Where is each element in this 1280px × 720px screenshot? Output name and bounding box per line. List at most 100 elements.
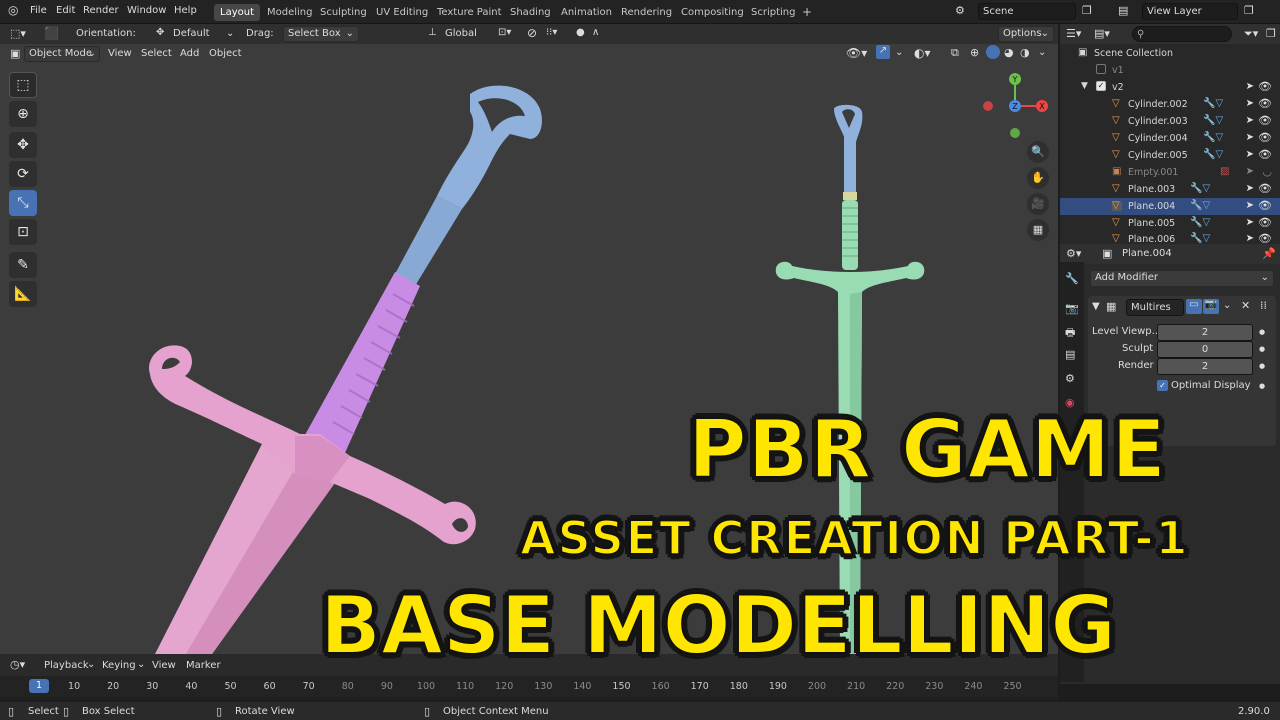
snap-target-icon[interactable]: ⁝⁝▾ bbox=[546, 27, 557, 38]
exclude-checkbox[interactable] bbox=[1096, 64, 1106, 74]
modifier-name-field[interactable]: Multires bbox=[1126, 299, 1184, 316]
menu-render[interactable]: Render bbox=[83, 5, 119, 16]
zoom-icon[interactable]: 🔍 bbox=[1027, 141, 1049, 163]
optimal-display-checkbox[interactable]: ✓ bbox=[1157, 380, 1168, 391]
eye-icon[interactable]: 👁 bbox=[1258, 131, 1272, 144]
level-viewport-field[interactable]: 2 bbox=[1157, 324, 1253, 341]
menu-file[interactable]: File bbox=[30, 5, 47, 16]
animate-dot-icon[interactable]: ● bbox=[1259, 328, 1265, 336]
playback-menu[interactable]: Playback bbox=[44, 660, 89, 671]
editor-type-icon[interactable]: ⬚▾ bbox=[10, 27, 26, 40]
eye-closed-icon[interactable]: ◡ bbox=[1262, 165, 1272, 178]
expand-arrow-icon[interactable]: ▼ bbox=[1081, 81, 1088, 91]
chevron-down-icon[interactable]: ⌄ bbox=[895, 47, 903, 58]
chevron-down-icon[interactable]: ⌄ bbox=[1223, 300, 1231, 311]
eye-icon[interactable]: 👁 bbox=[1258, 216, 1272, 229]
outliner-row-object[interactable]: ▽ Plane.006 🔧▽ ➤ 👁 bbox=[1060, 231, 1280, 244]
modifier-wrench-icon[interactable]: 🔧▽ bbox=[1203, 132, 1223, 143]
tab-shading[interactable]: Shading bbox=[504, 4, 557, 21]
select-arrow-icon[interactable]: ➤ bbox=[1246, 81, 1254, 92]
tab-texture-paint[interactable]: Texture Paint bbox=[431, 4, 508, 21]
select-arrow-icon[interactable]: ➤ bbox=[1246, 233, 1254, 244]
eye-icon[interactable]: 👁 bbox=[1258, 148, 1272, 161]
select-arrow-icon[interactable]: ➤ bbox=[1246, 183, 1254, 194]
menu-object[interactable]: Object bbox=[209, 48, 242, 59]
select-box-tool-icon[interactable]: ⬚ bbox=[9, 72, 37, 98]
view-layer-field[interactable]: View Layer bbox=[1142, 3, 1238, 20]
mode-dropdown[interactable]: Object Mode ⌄ bbox=[24, 46, 100, 62]
select-arrow-icon[interactable]: ➤ bbox=[1246, 132, 1254, 143]
outliner-row-v2[interactable]: ▼ ✓ v2 ➤ 👁 bbox=[1060, 79, 1280, 96]
modifier-wrench-icon[interactable]: 🔧▽ bbox=[1203, 98, 1223, 109]
xray-icon[interactable]: ⧉ bbox=[951, 46, 959, 60]
solid-shading-icon[interactable] bbox=[986, 45, 1000, 59]
cursor-tool-icon[interactable]: ⊕ bbox=[9, 101, 37, 127]
options-dropdown[interactable]: Options ⌄ bbox=[998, 26, 1054, 42]
select-arrow-icon[interactable]: ➤ bbox=[1246, 115, 1254, 126]
outliner-row-object[interactable]: ▣ Empty.001 ▨ ➤ ◡ bbox=[1060, 164, 1280, 181]
rendered-shading-icon[interactable]: ◑ bbox=[1020, 46, 1030, 59]
include-checkbox[interactable]: ✓ bbox=[1096, 81, 1106, 91]
drag-dropdown[interactable]: Select Box ⌄ bbox=[283, 26, 359, 42]
menu-view[interactable]: View bbox=[108, 48, 132, 59]
tab-scripting[interactable]: Scripting bbox=[745, 4, 801, 21]
proportional-edit-icon[interactable]: ● bbox=[576, 27, 585, 38]
measure-tool-icon[interactable]: 📐 bbox=[9, 281, 37, 307]
animate-dot-icon[interactable]: ● bbox=[1259, 345, 1265, 353]
modifier-wrench-icon[interactable]: 🔧▽ bbox=[1203, 115, 1223, 126]
outliner-row-object[interactable]: ▽ Cylinder.003 🔧▽ ➤ 👁 bbox=[1060, 113, 1280, 130]
snap-icon[interactable]: ⊘ bbox=[527, 26, 537, 40]
animate-dot-icon[interactable]: ● bbox=[1259, 362, 1265, 370]
visibility-icon[interactable]: 👁▾ bbox=[846, 46, 867, 60]
modifier-wrench-icon[interactable]: 🔧▽ bbox=[1190, 200, 1210, 211]
tool-tab-icon[interactable]: 🔧 bbox=[1065, 272, 1079, 285]
modifier-wrench-icon[interactable]: 🔧▽ bbox=[1190, 233, 1210, 244]
add-workspace-button[interactable]: + bbox=[796, 4, 818, 21]
scale-tool-icon[interactable]: ⤡ bbox=[9, 190, 37, 216]
marker-menu[interactable]: Marker bbox=[186, 660, 221, 671]
wireframe-shading-icon[interactable]: ⊕ bbox=[970, 46, 979, 59]
scene-tab-icon[interactable]: ⚙ bbox=[1065, 372, 1075, 385]
menu-window[interactable]: Window bbox=[127, 5, 166, 16]
outliner-row-object[interactable]: ▽ Plane.003 🔧▽ ➤ 👁 bbox=[1060, 181, 1280, 198]
eye-icon[interactable]: 👁 bbox=[1258, 114, 1272, 127]
collapse-arrow-icon[interactable]: ▼ bbox=[1092, 301, 1100, 312]
pin-icon[interactable]: 📌 bbox=[1262, 247, 1276, 260]
select-arrow-icon[interactable]: ➤ bbox=[1246, 98, 1254, 109]
render-tab-icon[interactable]: 📷 bbox=[1065, 302, 1079, 315]
select-arrow-icon[interactable]: ➤ bbox=[1246, 200, 1254, 211]
menu-edit[interactable]: Edit bbox=[56, 5, 75, 16]
material-shading-icon[interactable]: ◕ bbox=[1004, 46, 1014, 59]
camera-icon[interactable]: 🎥 bbox=[1027, 193, 1049, 215]
outliner-row-object[interactable]: ▽ Cylinder.004 🔧▽ ➤ 👁 bbox=[1060, 130, 1280, 147]
rotate-tool-icon[interactable]: ⟳ bbox=[9, 161, 37, 187]
animate-dot-icon[interactable]: ● bbox=[1259, 382, 1265, 390]
pan-hand-icon[interactable]: ✋ bbox=[1027, 167, 1049, 189]
show-in-render-icon[interactable]: 📷 bbox=[1203, 299, 1219, 314]
clock-icon[interactable]: ◷▾ bbox=[10, 658, 25, 671]
show-in-viewport-icon[interactable]: ▭ bbox=[1186, 299, 1202, 314]
chevron-down-icon[interactable]: ⌄ bbox=[1038, 47, 1046, 58]
current-frame-indicator[interactable]: 1 bbox=[29, 679, 49, 693]
navigation-gizmo[interactable]: Y Z X bbox=[975, 69, 1055, 149]
eye-icon[interactable]: 👁 bbox=[1258, 199, 1272, 212]
menu-select[interactable]: Select bbox=[141, 48, 172, 59]
tab-layout[interactable]: Layout bbox=[214, 4, 260, 21]
outliner-row-object-active[interactable]: ▽ Plane.004 🔧▽ ➤ 👁 bbox=[1060, 198, 1280, 215]
outliner-row-object[interactable]: ▽ Plane.005 🔧▽ ➤ 👁 bbox=[1060, 215, 1280, 232]
view-layer-tab-icon[interactable]: ▤ bbox=[1065, 348, 1075, 361]
timeline-view-menu[interactable]: View bbox=[152, 660, 176, 671]
transform-tool-icon[interactable]: ⊡ bbox=[9, 219, 37, 245]
new-scene-icon[interactable]: ❐ bbox=[1082, 4, 1092, 17]
select-arrow-icon[interactable]: ➤ bbox=[1246, 217, 1254, 228]
drag-handle-icon[interactable]: ⁞⁞ bbox=[1260, 299, 1267, 312]
active-tool-icon[interactable]: ⬛ bbox=[44, 26, 59, 40]
sculpt-level-field[interactable]: 0 bbox=[1157, 341, 1253, 358]
outliner-row-object[interactable]: ▽ Cylinder.002 🔧▽ ➤ 👁 bbox=[1060, 96, 1280, 113]
new-collection-icon[interactable]: ❐ bbox=[1266, 27, 1276, 40]
blender-logo-icon[interactable]: ◎ bbox=[8, 3, 18, 17]
tab-animation[interactable]: Animation bbox=[555, 4, 618, 21]
select-arrow-icon[interactable]: ➤ bbox=[1246, 149, 1254, 160]
outliner-row-object[interactable]: ▽ Cylinder.005 🔧▽ ➤ 👁 bbox=[1060, 147, 1280, 164]
move-tool-icon[interactable]: ✥ bbox=[9, 132, 37, 158]
